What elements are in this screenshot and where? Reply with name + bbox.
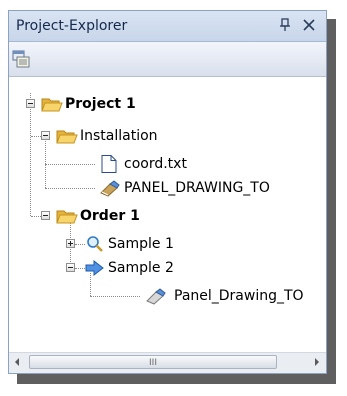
panel-toolbar <box>9 42 326 77</box>
scroll-right-icon[interactable] <box>315 358 319 366</box>
collapse-installation-toggle[interactable] <box>41 131 50 140</box>
arrow-icon <box>85 259 104 277</box>
tree-node-label[interactable]: Installation <box>80 128 158 144</box>
folder-open-icon <box>41 98 63 112</box>
tree-node-label[interactable]: Panel_Drawing_TO <box>174 288 304 304</box>
close-icon[interactable] <box>301 17 317 33</box>
tree-connector <box>31 136 41 137</box>
tree-connector <box>45 164 95 165</box>
tree-node-label[interactable]: Sample 2 <box>108 260 174 276</box>
properties-icon[interactable] <box>12 50 30 68</box>
folder-open-icon <box>56 130 78 144</box>
scrollbar-thumb[interactable]: III <box>29 355 277 369</box>
expand-sample-1-toggle[interactable] <box>66 239 75 248</box>
magnifier-icon <box>87 236 103 252</box>
drawing-icon <box>100 180 120 197</box>
scrollbar-grip: III <box>149 358 157 368</box>
tree-connector <box>90 296 140 297</box>
panel-title: Project-Explorer <box>16 18 128 34</box>
tree-node-label[interactable]: Project 1 <box>65 96 136 112</box>
tree-node-label[interactable]: PANEL_DRAWING_TO <box>124 180 270 196</box>
tree-node-label[interactable]: coord.txt <box>124 156 187 172</box>
tree-connector <box>45 188 95 189</box>
tree-connector <box>31 216 41 217</box>
tree-node-label[interactable]: Sample 1 <box>108 236 174 252</box>
tree-connector <box>30 93 31 216</box>
panel-titlebar: Project-Explorer <box>9 11 326 42</box>
horizontal-scrollbar[interactable]: III <box>9 352 326 373</box>
scroll-left-icon[interactable] <box>15 358 19 366</box>
collapse-sample-2-toggle[interactable] <box>66 263 75 272</box>
folder-open-icon <box>56 210 78 224</box>
project-tree: Project 1 Installation coord.txt PANEL_D… <box>9 77 326 352</box>
collapse-project-1-toggle[interactable] <box>26 99 35 108</box>
text-file-icon <box>101 155 117 173</box>
project-explorer-panel: Project-Explorer Project 1 Installation … <box>8 10 327 374</box>
drawing-icon <box>146 288 166 305</box>
collapse-order-1-toggle[interactable] <box>41 211 50 220</box>
tree-node-label[interactable]: Order 1 <box>80 208 140 224</box>
pin-icon[interactable] <box>278 17 292 33</box>
